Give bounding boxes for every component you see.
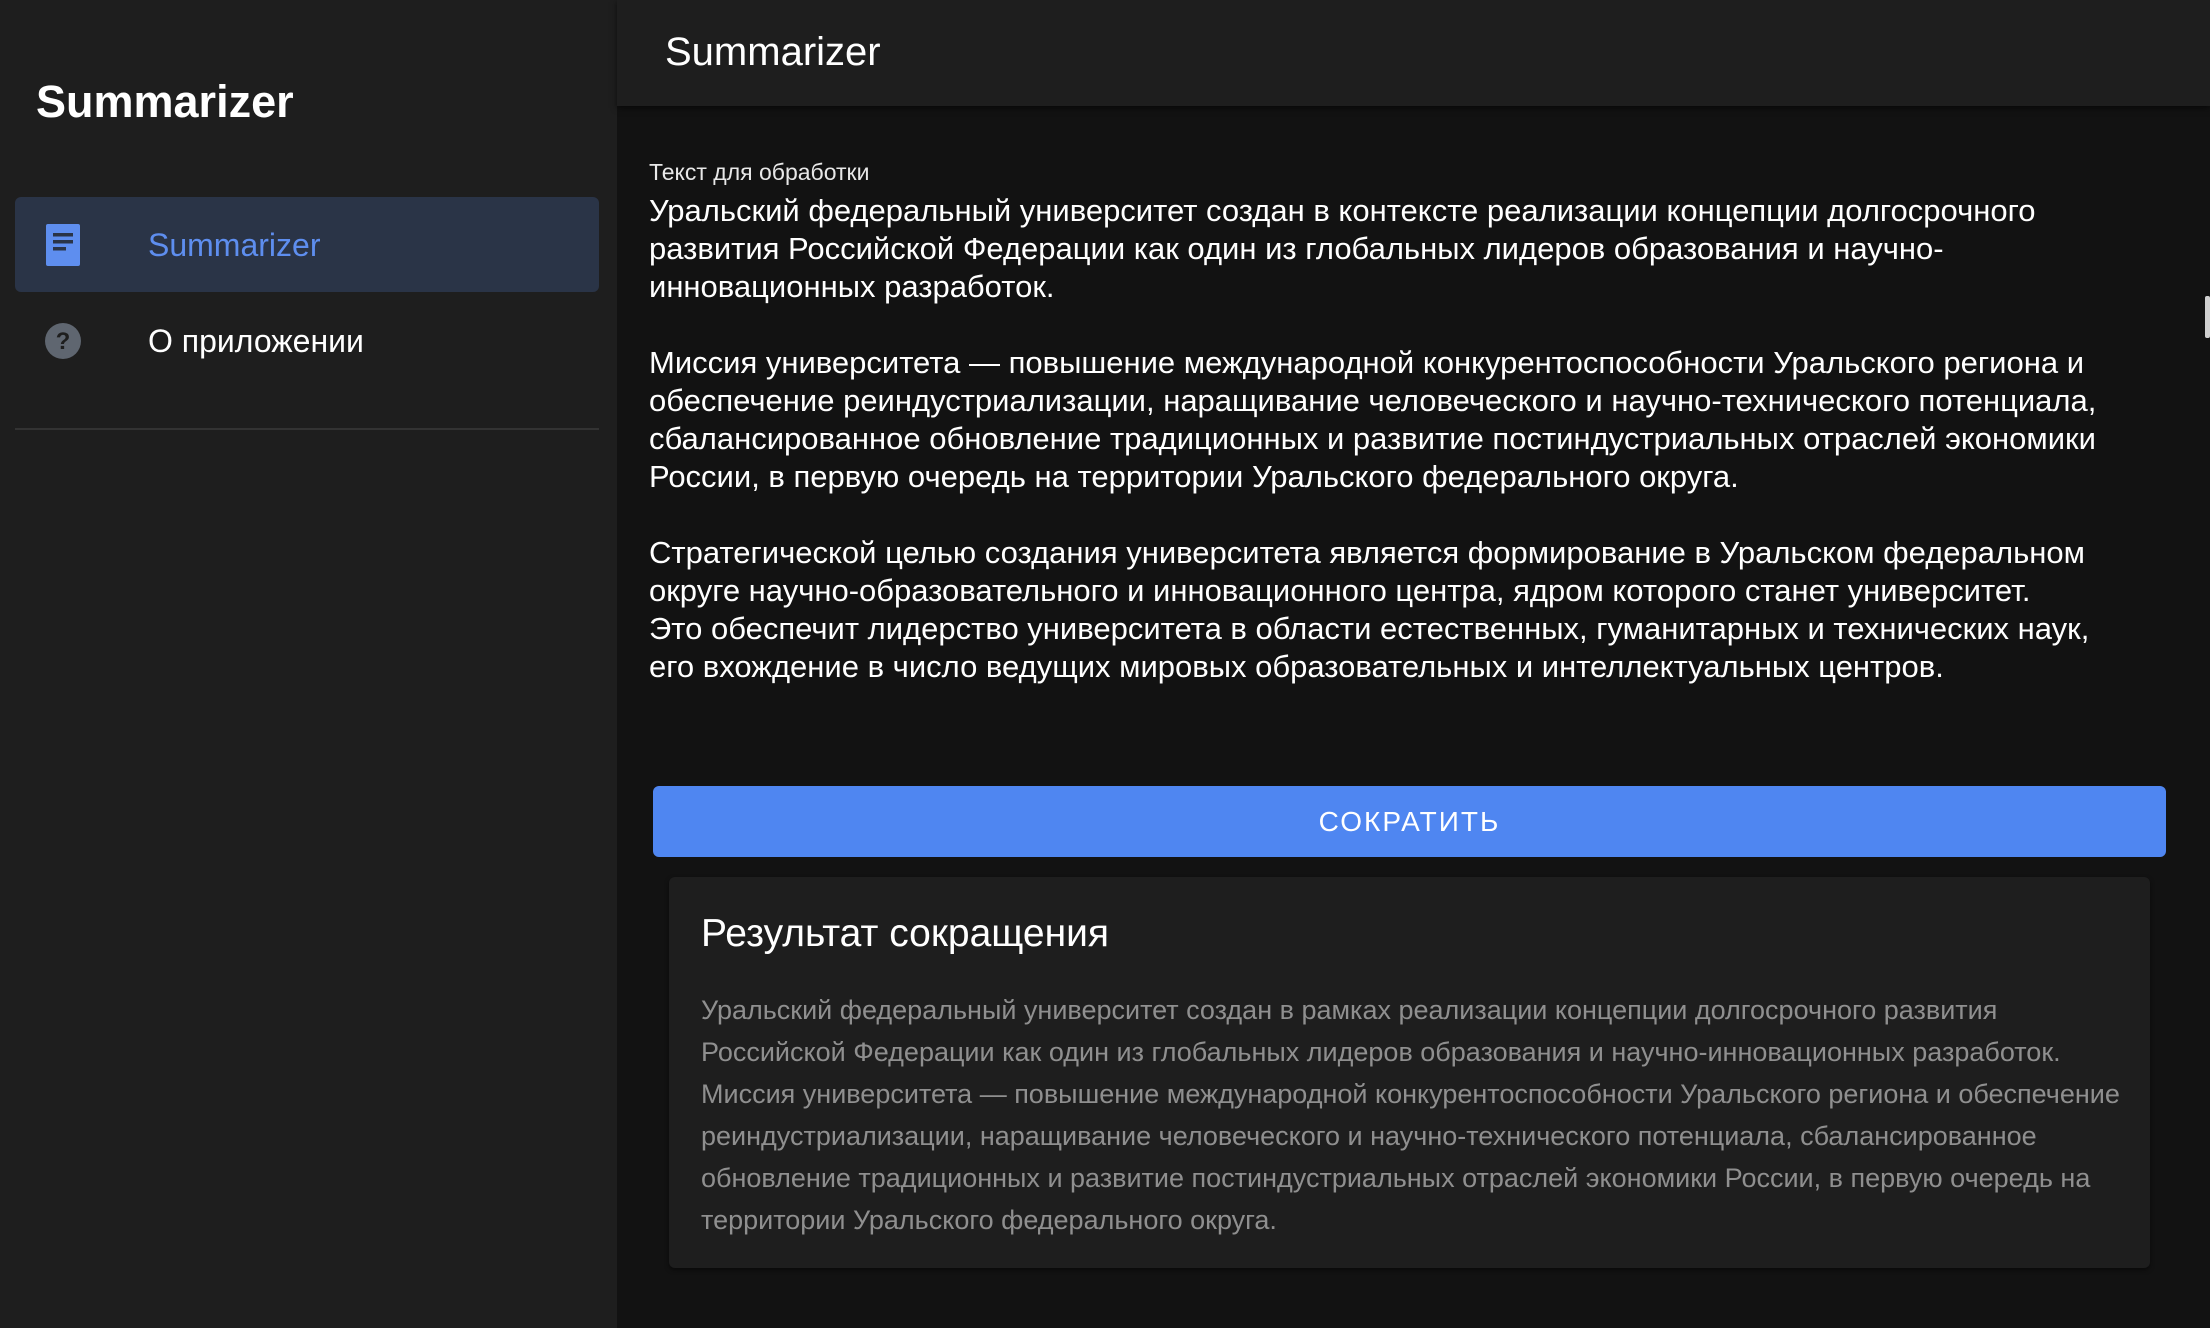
app-header: Summarizer (617, 0, 2210, 106)
sidebar-item-summarizer[interactable]: Summarizer (15, 197, 599, 292)
help-circle-icon: ? (43, 319, 83, 363)
main-content: Summarizer Текст для обработки Уральский… (617, 0, 2210, 1328)
document-icon (43, 223, 83, 267)
sidebar-title: Summarizer (36, 76, 294, 127)
result-title: Результат сокращения (701, 912, 1110, 955)
scrollbar-thumb[interactable] (2205, 296, 2210, 338)
summarize-button[interactable]: СОКРАТИТЬ (653, 786, 2166, 857)
text-input-area[interactable]: Уральский федеральный университет создан… (649, 192, 2179, 686)
sidebar-item-about[interactable]: ? О приложении (15, 293, 599, 388)
sidebar: Summarizer Summarizer ? О приложении (0, 0, 617, 1328)
result-text: Уральский федеральный университет создан… (701, 995, 2120, 1235)
page-title: Summarizer (665, 30, 881, 74)
sidebar-item-label: О приложении (148, 322, 364, 359)
sidebar-item-label: Summarizer (148, 226, 321, 263)
input-label: Текст для обработки (649, 159, 870, 185)
app-root: Summarizer Summarizer ? О приложении Sum… (0, 0, 2210, 1328)
svg-text:?: ? (56, 328, 71, 355)
sidebar-divider (15, 428, 599, 430)
result-card: Результат сокращения Уральский федеральн… (669, 877, 2150, 1268)
